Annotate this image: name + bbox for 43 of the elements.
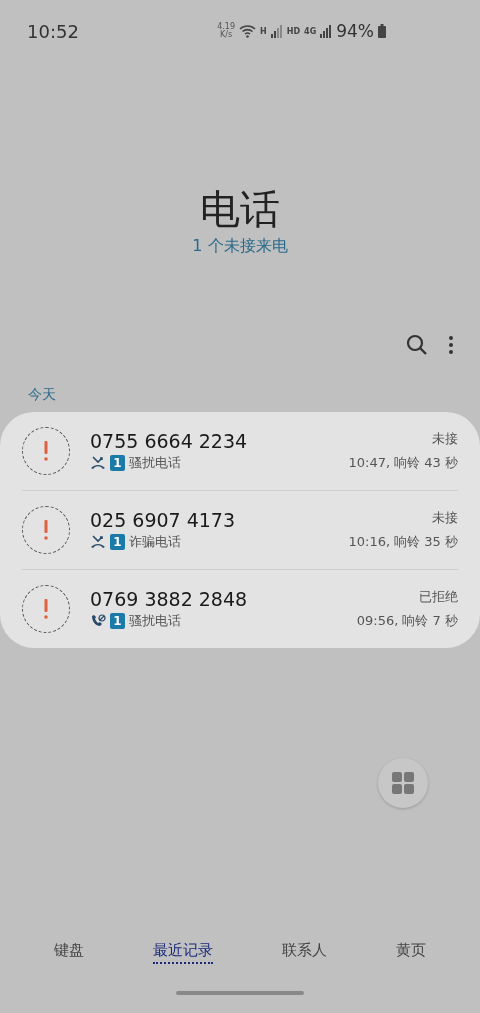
call-time: 10:16, 响铃 35 秒 [348,533,458,551]
hd-label: HD [286,26,301,36]
bottom-tab[interactable]: 键盘 [54,941,85,964]
call-tag: 骚扰电话 [129,612,181,630]
more-options-icon[interactable] [448,335,454,355]
net-speed-unit: K/s [220,31,233,39]
app-title: 电话 [200,185,280,234]
sim-badge: 1 [110,534,125,550]
net-speed: 4.19 [217,23,235,31]
sim-badge: 1 [110,455,125,471]
missed-call-icon [90,535,106,549]
bottom-tab[interactable]: 黄页 [395,941,426,964]
bottom-tab[interactable]: 联系人 [281,941,327,964]
battery-icon [378,24,386,38]
phone-number[interactable]: 0769 3882 2848 [90,588,357,610]
search-icon[interactable] [406,334,428,356]
rejected-call-icon [90,614,106,628]
call-tag: 骚扰电话 [129,454,181,472]
call-status: 已拒绝 [419,588,458,606]
call-status: 未接 [432,430,458,448]
sim-badge: 1 [110,613,125,629]
wifi-icon [239,24,256,38]
network-tag: H [260,26,267,36]
exclamation-icon [44,441,48,461]
missed-call-icon [90,456,106,470]
call-tag: 诈骗电话 [129,533,181,551]
exclamation-icon [44,599,48,619]
signal-icon [270,24,283,38]
bottom-tab[interactable]: 最近记录 [153,941,214,964]
battery-percent: 94% [336,21,374,41]
call-time: 09:56, 响铃 7 秒 [356,612,458,630]
missed-call-count: 1 个未接来电 [192,236,288,257]
phone-number[interactable]: 0755 6664 2234 [90,430,349,452]
grid-icon [392,772,414,794]
clock-time: 10:52 [27,20,79,42]
exclamation-icon [44,520,48,540]
network-type: 4G [304,26,317,36]
call-time: 10:47, 响铃 43 秒 [348,454,458,472]
signal-icon [320,24,333,38]
grid-fab-button[interactable] [378,758,428,808]
section-header: 今天 [28,386,57,404]
phone-number[interactable]: 025 6907 4173 [90,509,349,531]
call-status: 未接 [432,509,458,527]
